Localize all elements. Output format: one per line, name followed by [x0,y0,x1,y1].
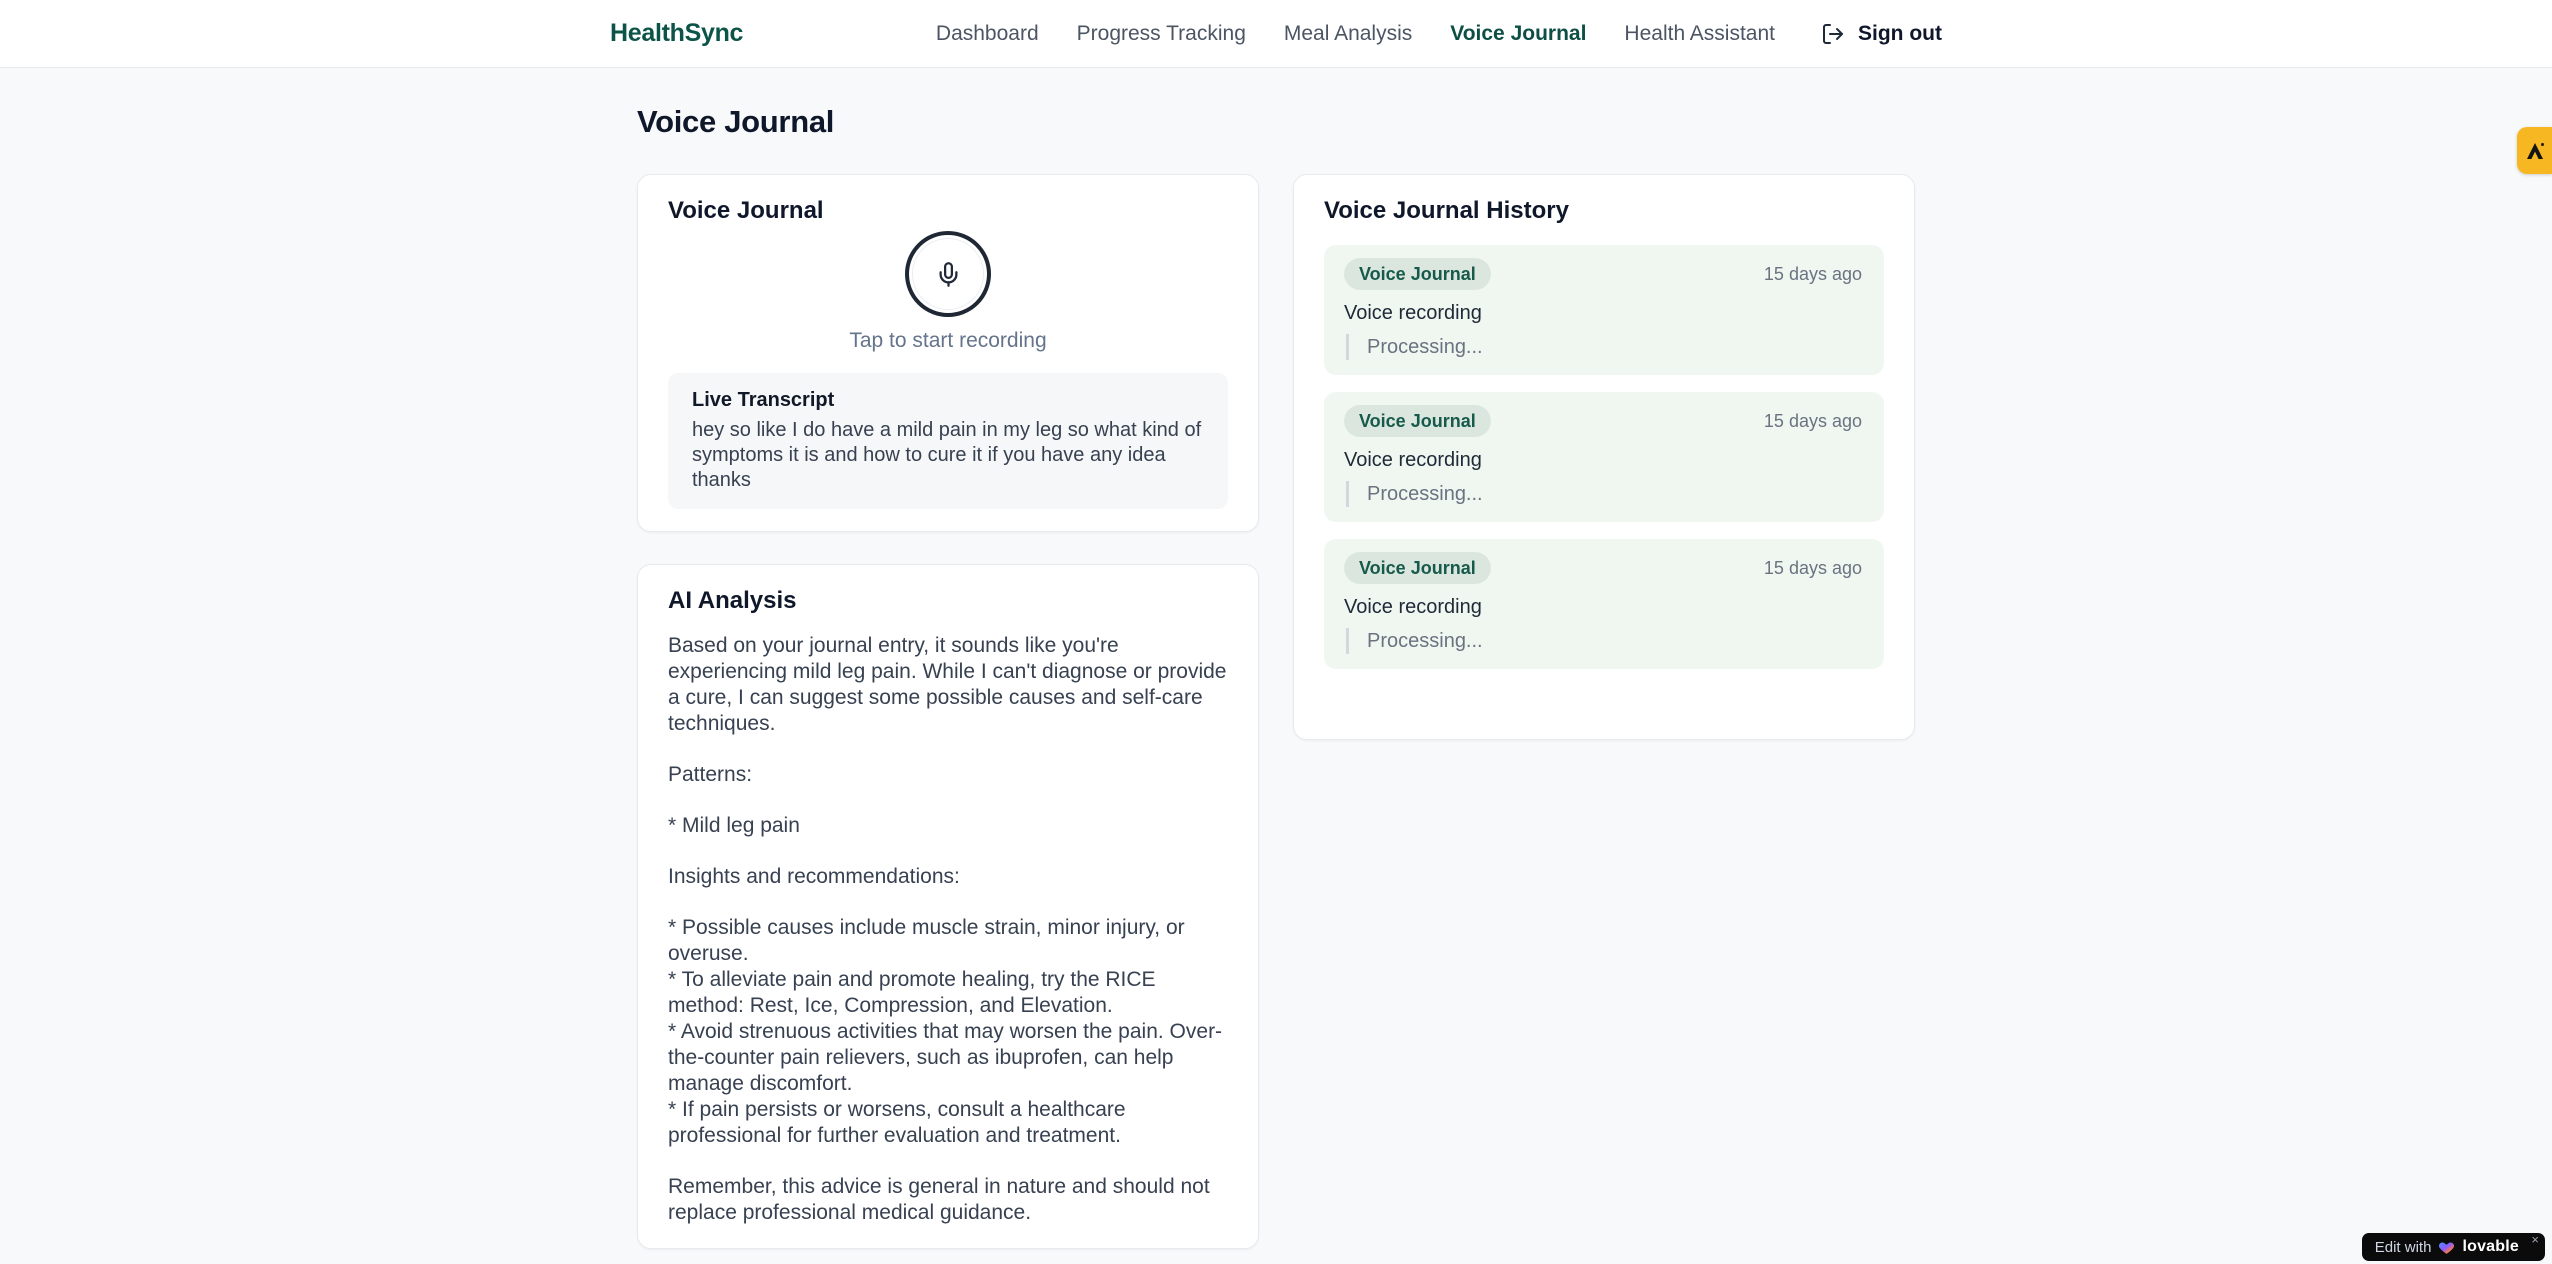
voice-journal-history-card: Voice Journal History Voice Journal 15 d… [1293,174,1915,740]
live-transcript-box: Live Transcript hey so like I do have a … [668,373,1228,509]
right-column: Voice Journal History Voice Journal 15 d… [1293,174,1915,740]
analysis-paragraph: * Mild leg pain [668,814,800,837]
lovable-side-tab[interactable] [2517,127,2552,174]
tap-to-record-hint: Tap to start recording [849,329,1047,352]
sign-out-label: Sign out [1858,21,1942,45]
history-item-timestamp: 15 days ago [1763,263,1862,284]
history-item-badge: Voice Journal [1344,258,1491,290]
lovable-heart-icon [2439,1241,2455,1254]
history-item-label: Voice recording [1344,449,1482,471]
edit-with-lovable-badge[interactable]: Edit with lovable × [2361,1233,2545,1261]
history-item-status: Processing... [1346,481,1862,507]
history-item[interactable]: Voice Journal 15 days ago Voice recordin… [1324,392,1884,522]
ai-analysis-body: Based on your journal entry, it sounds l… [668,633,1228,1226]
nav-item[interactable]: Progress Tracking [1077,22,1246,46]
analysis-paragraph: Remember, this advice is general in natu… [668,1175,1210,1224]
history-item-timestamp: 15 days ago [1763,410,1862,431]
nav-item[interactable]: Health Assistant [1624,22,1775,46]
history-item-label: Voice recording [1344,302,1482,324]
main-content: Voice Journal Voice Journal Tap to start… [637,68,1915,1249]
content-grid: Voice Journal Tap to start recording Liv… [637,174,1915,1249]
live-transcript-text: hey so like I do have a mild pain in my … [692,419,1202,491]
analysis-paragraph: Insights and recommendations: [668,865,960,888]
history-item-status: Processing... [1346,628,1862,654]
history-item[interactable]: Voice Journal 15 days ago Voice recordin… [1324,245,1884,375]
history-item-header: Voice Journal 15 days ago [1344,552,1862,584]
left-column: Voice Journal Tap to start recording Liv… [637,174,1259,1249]
recorder-card-title: Voice Journal [668,197,824,224]
history-item-status: Processing... [1346,334,1862,360]
main-nav: Dashboard Progress Tracking Meal Analysi… [936,22,1775,46]
edit-badge-prefix: Edit with [2374,1238,2432,1256]
app-header: HealthSync Dashboard Progress Tracking M… [0,0,2552,68]
analysis-paragraph: * Possible causes include muscle strain,… [668,916,1223,1147]
live-transcript-heading: Live Transcript [692,389,835,411]
voice-recorder-card: Voice Journal Tap to start recording Liv… [637,174,1259,532]
edit-badge-close-icon[interactable]: × [2531,1233,2539,1247]
log-out-icon [1823,23,1844,44]
history-item-label: Voice recording [1344,596,1482,618]
microphone-icon [939,261,957,287]
ai-analysis-card: AI Analysis Based on your journal entry,… [637,564,1259,1249]
history-item-header: Voice Journal 15 days ago [1344,405,1862,437]
history-item-badge: Voice Journal [1344,552,1491,584]
history-item-timestamp: 15 days ago [1763,557,1862,578]
history-card-title: Voice Journal History [1324,197,1569,224]
header-container: HealthSync Dashboard Progress Tracking M… [610,19,1942,48]
edit-badge-brand: lovable [2462,1238,2519,1255]
record-button[interactable] [905,231,991,317]
history-item[interactable]: Voice Journal 15 days ago Voice recordin… [1324,539,1884,669]
brand-logo[interactable]: HealthSync [610,19,743,48]
nav-item[interactable]: Meal Analysis [1284,22,1412,46]
history-item-header: Voice Journal 15 days ago [1344,258,1862,290]
analysis-paragraph: Based on your journal entry, it sounds l… [668,634,1227,735]
history-item-badge: Voice Journal [1344,405,1491,437]
recorder-area: Tap to start recording [668,231,1228,353]
page-title: Voice Journal [637,104,835,139]
sign-out-button[interactable]: Sign out [1821,22,1942,46]
nav-item[interactable]: Voice Journal [1450,22,1586,46]
lovable-tab-icon [2526,142,2544,159]
analysis-paragraph: Patterns: [668,763,753,786]
nav-item[interactable]: Dashboard [936,22,1039,46]
ai-analysis-title: AI Analysis [668,587,797,614]
history-list: Voice Journal 15 days ago Voice recordin… [1324,245,1884,669]
